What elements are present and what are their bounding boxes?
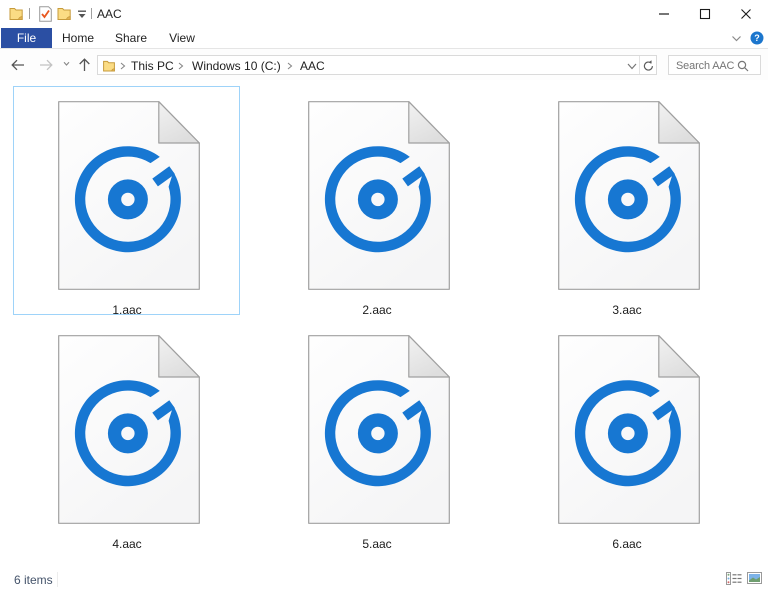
svg-text:?: ? bbox=[754, 33, 760, 43]
